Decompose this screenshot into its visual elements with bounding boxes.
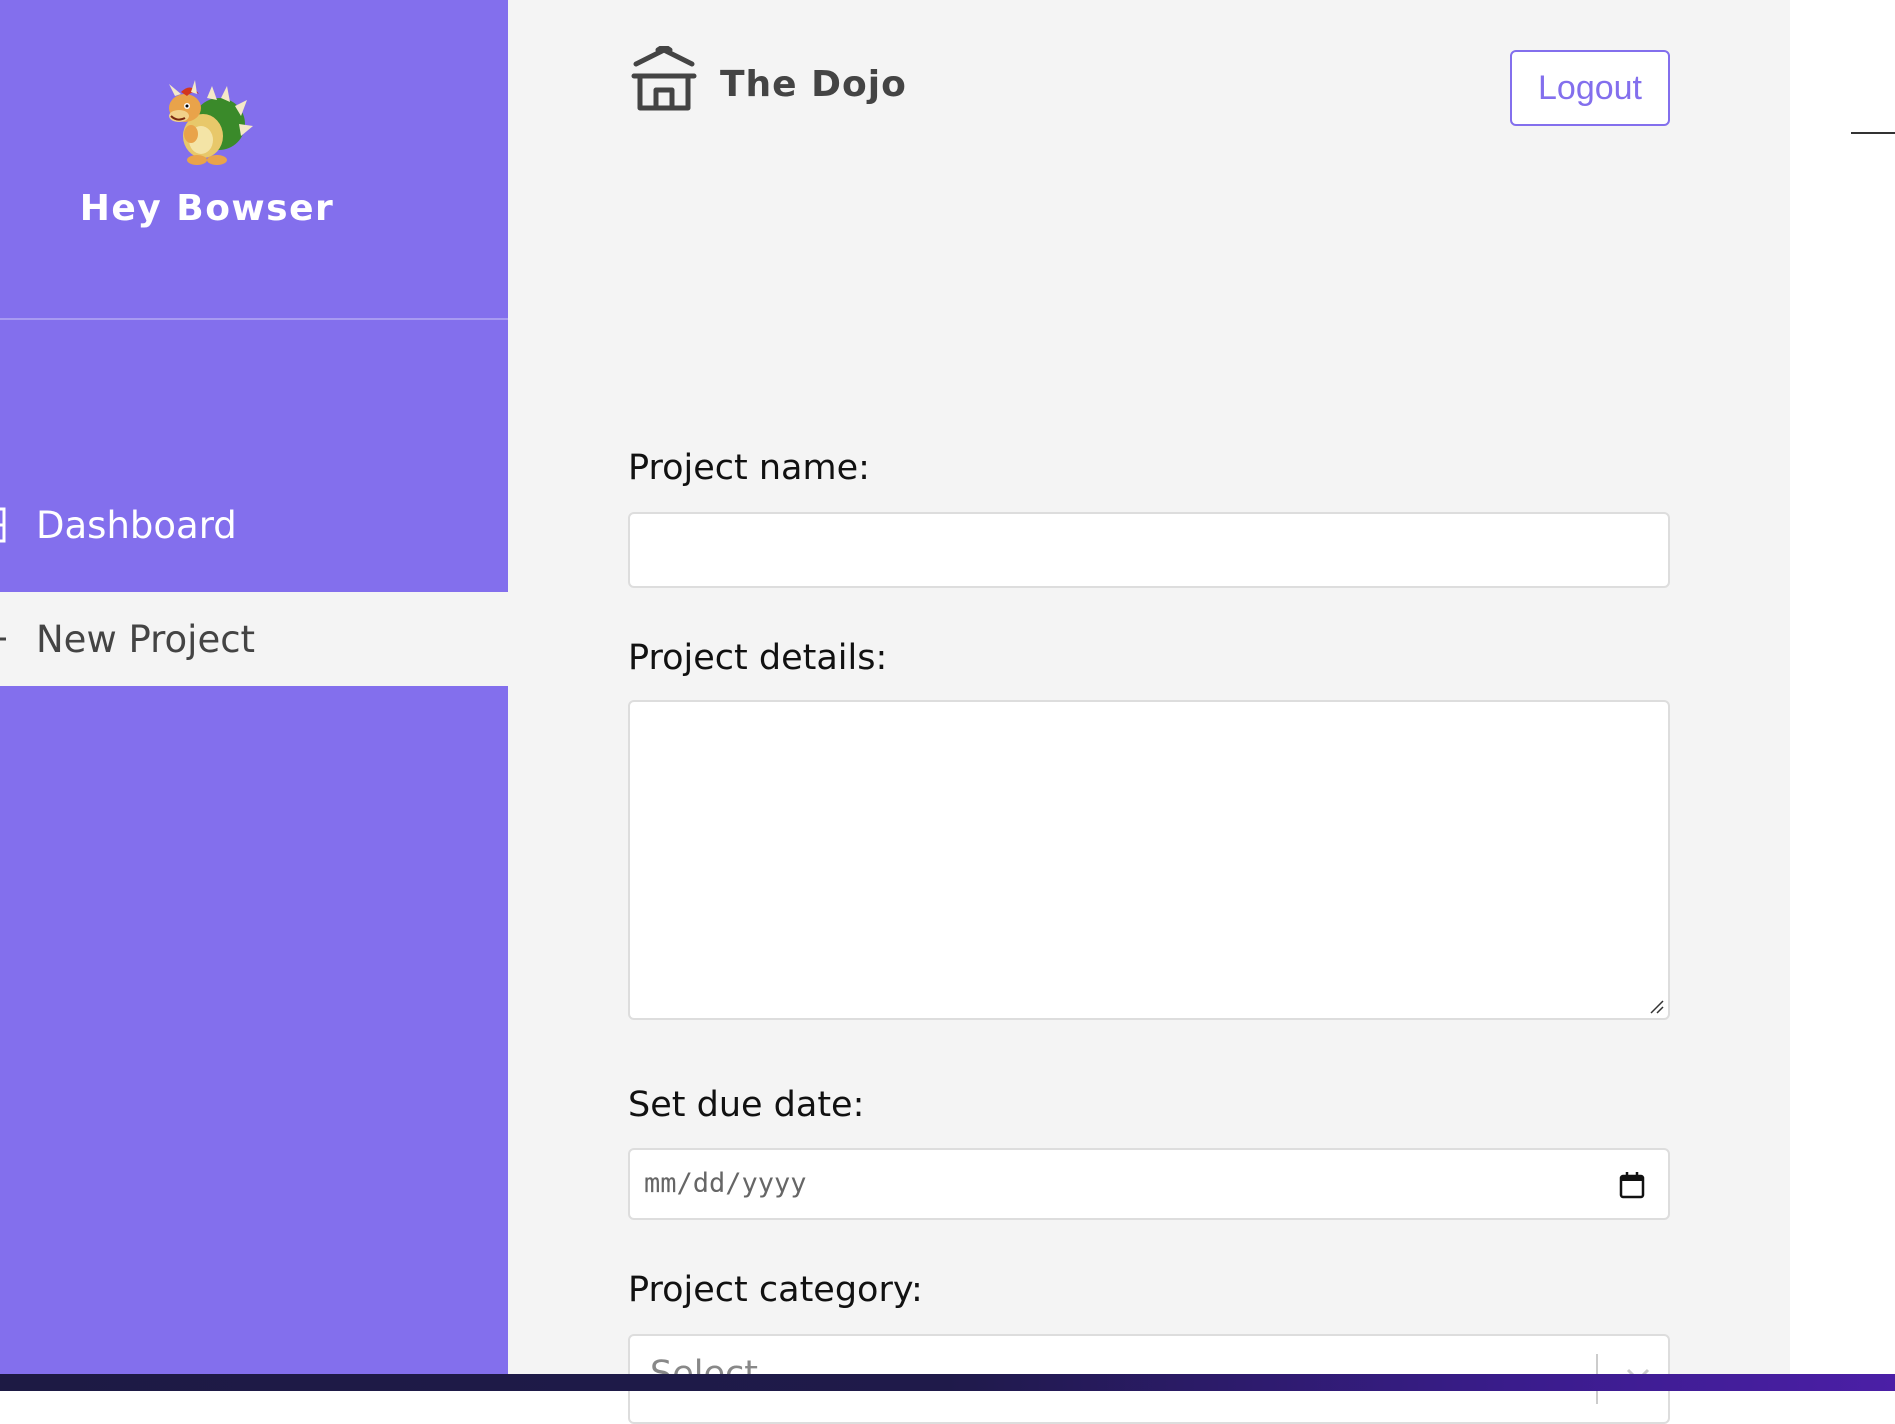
due-date-placeholder: mm/dd/yyyy	[644, 1168, 807, 1199]
due-date-label: Set due date:	[628, 1085, 865, 1125]
sidebar-item-new-project[interactable]: New Project	[0, 592, 508, 686]
project-name-label: Project name:	[628, 448, 870, 488]
divider	[1851, 132, 1895, 134]
sidebar: Hey Bowser Dashboard New Project	[0, 0, 508, 1374]
user-greeting: Hey Bowser	[79, 188, 335, 229]
temple-icon	[631, 46, 697, 111]
sidebar-item-label: New Project	[36, 617, 256, 661]
desktop-dock-strip	[0, 1374, 1895, 1391]
resize-handle-icon[interactable]	[1649, 999, 1665, 1015]
plus-icon	[0, 637, 6, 641]
project-name-input[interactable]	[628, 512, 1670, 588]
logout-button[interactable]: Logout	[1510, 50, 1670, 126]
dashboard-icon	[0, 507, 6, 543]
sidebar-item-dashboard[interactable]: Dashboard	[0, 478, 508, 572]
avatar	[169, 80, 253, 165]
project-category-label: Project category:	[628, 1270, 923, 1310]
calendar-icon[interactable]	[1618, 1170, 1646, 1200]
sidebar-item-label: Dashboard	[36, 503, 237, 547]
user-panel: Hey Bowser	[0, 0, 508, 320]
brand-title: The Dojo	[720, 64, 907, 105]
project-details-textarea[interactable]	[628, 700, 1670, 1020]
project-details-label: Project details:	[628, 638, 888, 678]
due-date-input[interactable]: mm/dd/yyyy	[628, 1148, 1670, 1220]
right-gutter	[1790, 0, 1895, 1374]
